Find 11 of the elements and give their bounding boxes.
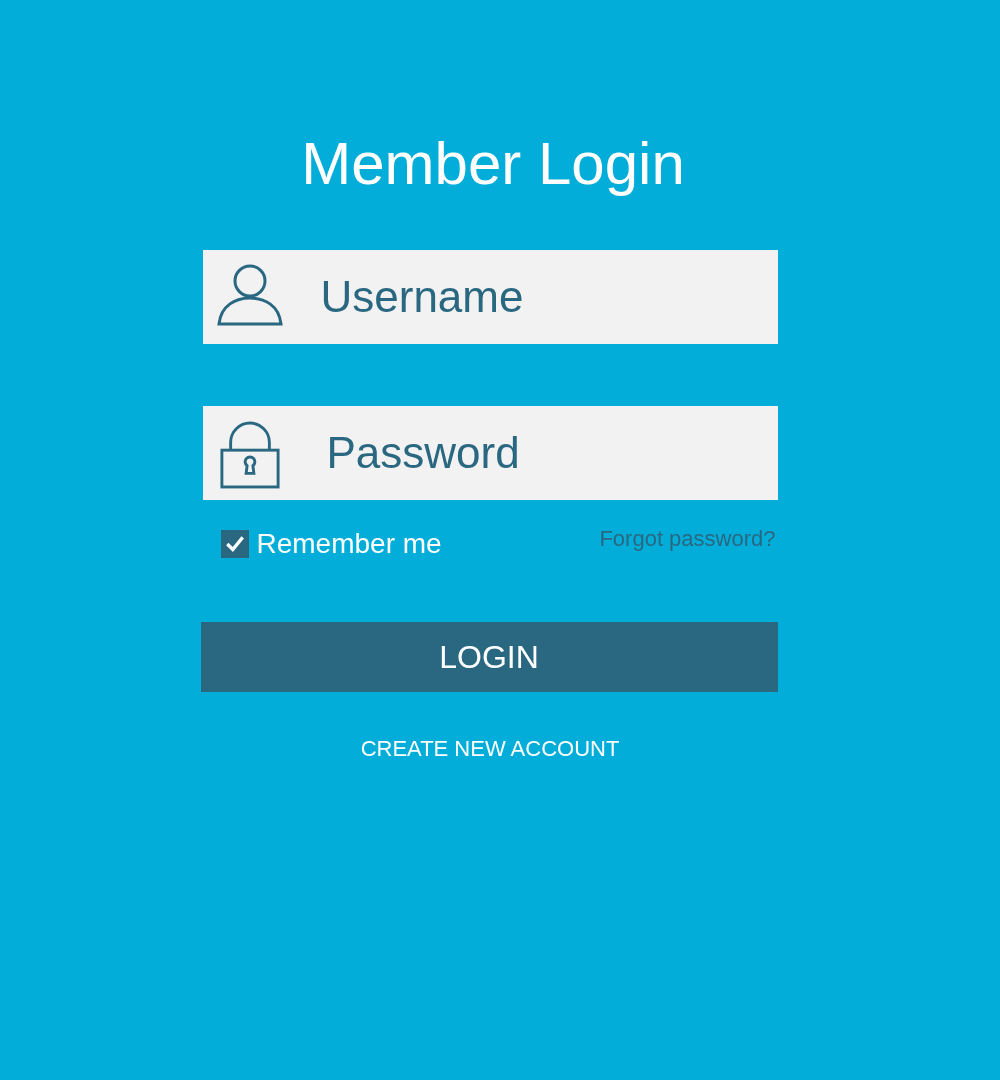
create-account-link[interactable]: CREATE NEW ACCOUNT [360, 736, 620, 762]
username-field[interactable]: Username [202, 250, 778, 344]
check-icon [223, 533, 246, 555]
login-button[interactable]: LOGIN [200, 622, 778, 692]
user-icon [215, 263, 284, 327]
remember-label: Remember me [256, 528, 442, 560]
password-field[interactable]: Password [202, 406, 778, 500]
forgot-password-link[interactable]: Forgot password? [599, 526, 776, 552]
lock-icon [218, 420, 281, 490]
remember-checkbox[interactable] [220, 530, 249, 558]
page-title: Member Login [301, 129, 685, 199]
